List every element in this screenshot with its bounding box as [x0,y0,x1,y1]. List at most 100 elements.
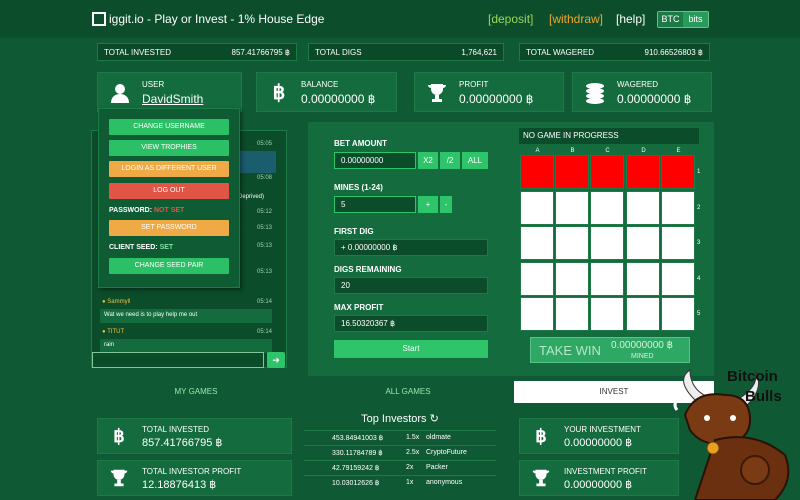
trophy-icon [108,467,130,489]
grid-tile[interactable] [555,226,589,260]
mines-input[interactable]: 5 [334,196,416,213]
deposit-link[interactable]: [deposit] [488,12,533,26]
logout-button[interactable]: LOG OUT [109,183,229,199]
grid-row-label: 1 [697,169,701,175]
grid-tile[interactable] [555,262,589,296]
max-profit-label: MAX PROFIT [334,303,384,312]
game-status: NO GAME IN PROGRESS [519,128,699,144]
mines-minus-button[interactable]: - [440,196,452,213]
mines-plus-button[interactable]: + [418,196,438,213]
grid-tile[interactable] [520,262,554,296]
chat-send-button[interactable]: ➜ [267,352,285,368]
grid-row-label: 5 [697,311,701,317]
total-digs-value: 1,764,621 [461,47,497,57]
tab-my-games[interactable]: MY GAMES [90,381,302,403]
first-dig-label: FIRST DIG [334,227,374,236]
unit-btc-option[interactable]: BTC [658,12,683,27]
set-password-button[interactable]: SET PASSWORD [109,220,229,236]
grid-tile[interactable] [590,297,624,331]
grid-tile[interactable] [590,191,624,225]
start-button[interactable]: Start [334,340,488,358]
grid-tile[interactable] [626,226,660,260]
bet-half-button[interactable]: /2 [440,152,460,169]
grid-tile[interactable] [555,191,589,225]
grid-tile[interactable] [626,155,660,189]
grid-tile[interactable] [555,297,589,331]
chat-input[interactable] [92,352,264,368]
chat-message: rain [100,339,272,353]
total-invested-strip: TOTAL INVESTED 857.41766795 ฿ [97,43,297,61]
total-invested-card-value: 857.41766795 ฿ [142,437,223,449]
bull-logo-line1: Bitcoin [727,368,778,385]
balance-label: BALANCE [301,80,339,89]
grid-tile[interactable] [590,155,624,189]
grid-tile[interactable] [661,297,695,331]
grid-tile[interactable] [590,226,624,260]
grid-tile[interactable] [520,226,554,260]
grid-row-label: 3 [697,240,701,246]
total-investor-profit-value: 12.18876413 ฿ [142,479,217,491]
grid-tile[interactable] [626,262,660,296]
grid-tile[interactable] [520,155,554,189]
investor-name: oldmate [426,434,451,441]
grid-tile[interactable] [590,262,624,296]
bull-logo-line2: Bulls [745,388,782,405]
total-digs-strip: TOTAL DIGS 1,764,621 [308,43,504,61]
client-seed-status: SET [159,244,174,251]
first-dig-value: + 0.00000000 ฿ [334,239,488,256]
investor-row: 42.79159242 ฿ 2x Packer [304,460,496,474]
grid-column-label: A [535,148,540,154]
investor-multiplier: 2x [406,464,414,471]
total-invested-label: TOTAL INVESTED [104,47,171,57]
withdraw-link[interactable]: [withdraw] [549,12,603,26]
investor-amount: 42.79159242 ฿ [332,465,380,472]
total-wagered-value: 910.66526803 ฿ [644,47,703,57]
chat-time: 05:13 [256,243,272,249]
grid-row-label: 2 [697,205,701,211]
grid-tile[interactable] [661,155,695,189]
total-invested-card: ฿ TOTAL INVESTED 857.41766795 ฿ [97,418,292,454]
help-link[interactable]: [help] [616,12,645,26]
chat-time: 05:08 [256,175,272,181]
user-menu[interactable]: CHANGE USERNAME VIEW TROPHIES LOGIN AS D… [98,108,240,288]
chat-message: Wat we need is to play help me out [100,309,272,323]
total-invested-card-label: TOTAL INVESTED [142,425,209,434]
bet-amount-input[interactable]: 0.00000000 [334,152,416,169]
grid-tile[interactable] [555,155,589,189]
grid-tile[interactable] [626,297,660,331]
unit-toggle[interactable]: BTC bits [657,11,709,28]
bet-all-button[interactable]: ALL [462,152,488,169]
game-controls: BET AMOUNT 0.00000000 X2 /2 ALL MINES (1… [308,122,514,376]
bet-x2-button[interactable]: X2 [418,152,438,169]
logo-icon [92,12,106,26]
view-trophies-button[interactable]: VIEW TROPHIES [109,140,229,156]
total-wagered-strip: TOTAL WAGERED 910.66526803 ฿ [519,43,710,61]
grid-tile[interactable] [520,191,554,225]
bet-amount-label: BET AMOUNT [334,139,388,148]
investor-amount: 10.03012626 ฿ [332,480,380,487]
tab-all-games[interactable]: ALL GAMES [302,381,514,403]
balance-value: 0.00000000 ฿ [301,92,376,106]
grid-tile[interactable] [520,297,554,331]
chat-image [238,151,276,173]
grid-tile[interactable] [661,262,695,296]
grid-column-label: D [641,148,646,154]
arrow-right-icon: ➜ [272,355,280,365]
user-card[interactable]: USER DavidSmith [97,72,242,112]
your-investment-value: 0.00000000 ฿ [564,437,633,449]
mines-label: MINES (1-24) [334,183,383,192]
grid-tile[interactable] [626,191,660,225]
unit-bits-option[interactable]: bits [683,12,708,27]
grid-tile[interactable] [661,191,695,225]
login-different-user-button[interactable]: LOGIN AS DIFFERENT USER [109,161,229,177]
change-seed-pair-button[interactable]: CHANGE SEED PAIR [109,258,229,274]
username[interactable]: DavidSmith [142,92,203,106]
trophy-icon [530,467,552,489]
bitcoin-bulls-logo: Bitcoin Bulls [655,360,800,500]
investor-amount: 330.11784789 ฿ [332,450,383,457]
change-username-button[interactable]: CHANGE USERNAME [109,119,229,135]
grid-tile[interactable] [661,226,695,260]
chat-time: 05:05 [256,141,272,147]
chat-time: 05:13 [256,269,272,275]
investor-name: anonymous [426,479,463,486]
